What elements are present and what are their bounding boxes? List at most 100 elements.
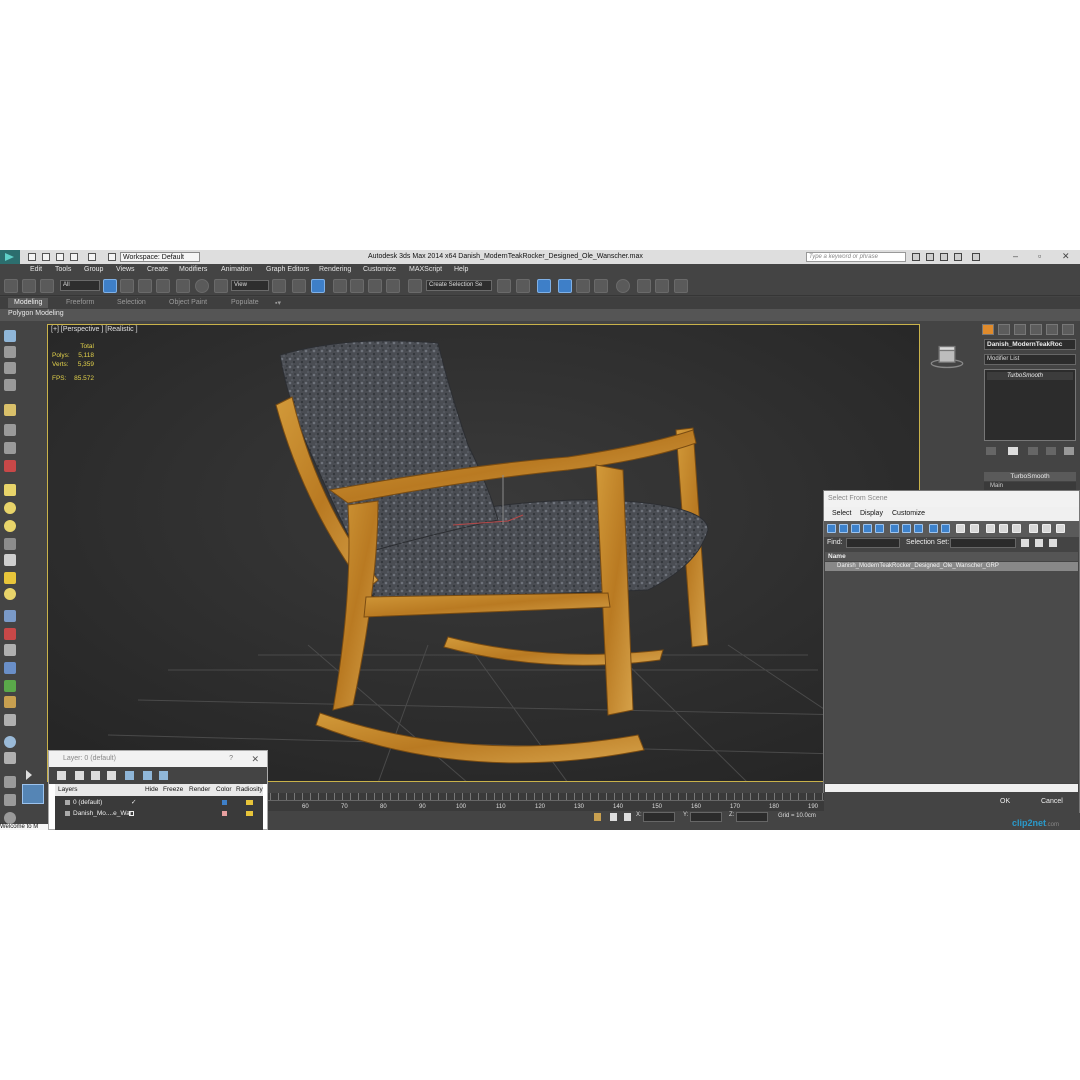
- grid-icon[interactable]: [4, 379, 16, 391]
- stack-item-turbosmooth[interactable]: TurboSmooth: [987, 372, 1073, 380]
- col-layers[interactable]: Layers: [58, 786, 78, 793]
- align-icon[interactable]: [516, 279, 530, 293]
- menu-rendering[interactable]: Rendering: [319, 266, 351, 273]
- remove-modifier-icon[interactable]: [1046, 447, 1056, 455]
- pivot-center-icon[interactable]: [272, 279, 286, 293]
- select-invert-icon[interactable]: [1012, 524, 1021, 533]
- filter-lights-icon[interactable]: [851, 524, 860, 533]
- crowd-icon[interactable]: [4, 696, 16, 708]
- sfs-menu-customize[interactable]: Customize: [892, 510, 925, 517]
- graphite-icon[interactable]: [4, 362, 16, 374]
- rectangular-selection-icon[interactable]: [138, 279, 152, 293]
- scene-render[interactable]: [48, 325, 920, 782]
- info-icon[interactable]: [4, 812, 16, 824]
- display-icon[interactable]: [4, 794, 16, 806]
- new-file-icon[interactable]: [28, 253, 36, 261]
- ribbon-options-icon[interactable]: ▪▾: [275, 299, 281, 307]
- filter-hidden-icon[interactable]: [970, 524, 979, 533]
- favorites-star-icon[interactable]: [954, 253, 962, 261]
- bone-icon[interactable]: [4, 628, 16, 640]
- reference-icon[interactable]: [4, 714, 16, 726]
- communication-icon[interactable]: [940, 253, 948, 261]
- binoculars-icon[interactable]: [912, 253, 920, 261]
- filter-frozen-icon[interactable]: [956, 524, 965, 533]
- pin-stack-icon[interactable]: [986, 447, 996, 455]
- turbosmooth-rollout[interactable]: TurboSmooth: [984, 472, 1076, 481]
- space-warp-icon[interactable]: [4, 460, 16, 472]
- col-hide[interactable]: Hide: [145, 786, 158, 793]
- filter-containers-icon[interactable]: [941, 524, 950, 533]
- select-objects-in-layer-icon[interactable]: [107, 771, 116, 780]
- geosphere-icon[interactable]: [4, 588, 16, 600]
- window-crossing-icon[interactable]: [156, 279, 170, 293]
- select-manipulate-icon[interactable]: [292, 279, 306, 293]
- menu-views[interactable]: Views: [116, 266, 135, 273]
- layer-manager-icon[interactable]: [537, 279, 551, 293]
- selection-filter-dropdown[interactable]: All: [60, 280, 100, 291]
- col-radiosity[interactable]: Radiosity: [236, 786, 263, 793]
- filter-groups-icon[interactable]: [902, 524, 911, 533]
- menu-help[interactable]: Help: [454, 266, 468, 273]
- polygon-modeling-panel[interactable]: Polygon Modeling: [0, 309, 1080, 321]
- unlink-icon[interactable]: [22, 279, 36, 293]
- reference-coordinate-dropdown[interactable]: View: [231, 280, 269, 291]
- show-end-result-icon[interactable]: [1008, 447, 1018, 455]
- help-button[interactable]: ?: [229, 751, 233, 767]
- help-search-input[interactable]: Type a keyword or phrase: [806, 252, 906, 262]
- curve-editor-icon[interactable]: [576, 279, 590, 293]
- viewcube-icon[interactable]: [930, 345, 964, 369]
- ribbon-tab-modeling[interactable]: Modeling: [8, 298, 49, 308]
- subscription-icon[interactable]: [926, 253, 934, 261]
- spinner-snap-icon[interactable]: [386, 279, 400, 293]
- redo-icon[interactable]: [88, 253, 96, 261]
- app-logo-icon[interactable]: [0, 250, 20, 264]
- menu-tools[interactable]: Tools: [55, 266, 71, 273]
- camera-icon[interactable]: [4, 424, 16, 436]
- percent-snap-icon[interactable]: [368, 279, 382, 293]
- edit-poly-icon[interactable]: [4, 346, 16, 358]
- lock-selection-icon[interactable]: [594, 813, 601, 821]
- select-scale-icon[interactable]: [214, 279, 228, 293]
- particle-icon[interactable]: [4, 610, 16, 622]
- columns-icon[interactable]: [1056, 524, 1065, 533]
- col-freeze[interactable]: Freeze: [163, 786, 183, 793]
- highlight-layer-icon[interactable]: [125, 771, 134, 780]
- link-icon[interactable]: [4, 279, 18, 293]
- box-primitive-icon[interactable]: [4, 484, 16, 496]
- scene-object-row[interactable]: Danish_ModernTeakRocker_Designed_Ole_Wan…: [825, 562, 1078, 571]
- filter-helpers-icon[interactable]: [875, 524, 884, 533]
- undo-icon[interactable]: [70, 253, 78, 261]
- freeze-all-layers-icon[interactable]: [159, 771, 168, 780]
- modifier-stack[interactable]: TurboSmooth: [984, 369, 1076, 441]
- perspective-viewport[interactable]: [+] [Perspective ] [Realistic ] Total Po…: [47, 324, 920, 782]
- col-render[interactable]: Render: [189, 786, 210, 793]
- close-icon[interactable]: ✕: [1062, 251, 1070, 262]
- configure-sets-icon[interactable]: [1064, 447, 1074, 455]
- make-unique-icon[interactable]: [1028, 447, 1038, 455]
- sort-icon[interactable]: [1042, 524, 1051, 533]
- helper-icon[interactable]: [4, 442, 16, 454]
- ribbon-tab-populate[interactable]: Populate: [231, 299, 259, 306]
- filter-xrefs-icon[interactable]: [914, 524, 923, 533]
- menu-graph-editors[interactable]: Graph Editors: [266, 266, 309, 273]
- menu-create[interactable]: Create: [147, 266, 168, 273]
- motion-tab-icon[interactable]: [1030, 324, 1042, 335]
- project-folder-icon[interactable]: [108, 253, 116, 261]
- torus-icon[interactable]: [4, 538, 16, 550]
- rendered-frame-window-icon[interactable]: [655, 279, 669, 293]
- isolate-icon[interactable]: [610, 813, 617, 821]
- ribbon-tab-selection[interactable]: Selection: [117, 299, 146, 306]
- create-layer-icon[interactable]: [57, 771, 66, 780]
- ribbon-tab-object-paint[interactable]: Object Paint: [169, 299, 207, 306]
- snaps-toggle-icon[interactable]: [333, 279, 347, 293]
- layer-row[interactable]: Danish_Mo....e_War: [55, 808, 263, 819]
- bind-space-warp-icon[interactable]: [40, 279, 54, 293]
- y-coordinate-field[interactable]: [690, 812, 722, 822]
- save-file-icon[interactable]: [56, 253, 64, 261]
- layer-row[interactable]: 0 (default) ✓: [55, 797, 263, 808]
- sun-icon[interactable]: [4, 572, 16, 584]
- select-move-icon[interactable]: [176, 279, 190, 293]
- filter-bones-icon[interactable]: [929, 524, 938, 533]
- layer-color-swatch[interactable]: [222, 811, 227, 816]
- ok-button[interactable]: OK: [1000, 798, 1010, 805]
